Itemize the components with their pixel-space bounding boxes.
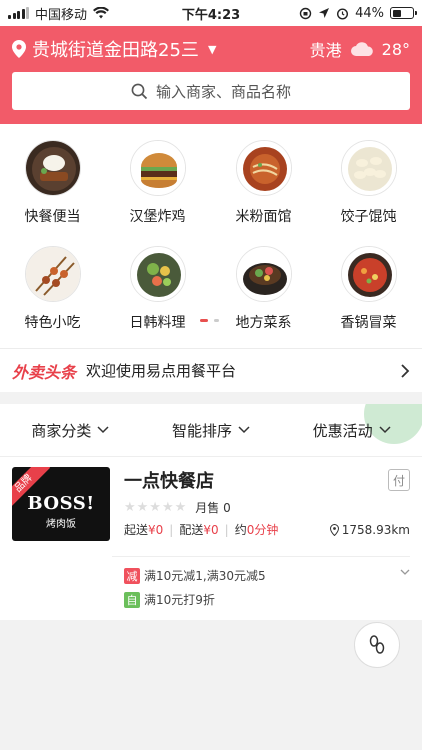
monthly-sales: 月售 0 xyxy=(195,501,231,515)
category-regional[interactable]: 地方菜系 xyxy=(211,246,316,332)
category-fast-food[interactable]: 快餐便当 xyxy=(0,140,105,226)
hotpot-icon xyxy=(235,246,292,302)
pay-badge: 付 xyxy=(388,469,410,491)
distance-value: 1758.93km xyxy=(341,522,410,537)
headline-text: 欢迎使用易点用餐平台 xyxy=(86,362,237,380)
search-input[interactable]: 输入商家、商品名称 xyxy=(12,72,410,110)
self-tag-icon: 自 xyxy=(124,591,140,608)
page-dot-active xyxy=(200,319,208,322)
location-pin-icon xyxy=(329,523,339,536)
promo-discount: 减 满10元减1,满30元减5 xyxy=(124,567,266,584)
category-label: 地方菜系 xyxy=(235,315,292,331)
search-placeholder: 输入商家、商品名称 xyxy=(155,82,291,101)
rice-plate-icon xyxy=(24,140,81,196)
discount-tag-icon: 减 xyxy=(124,567,140,584)
logo-subtitle: 烤肉饭 xyxy=(46,519,76,530)
category-label: 日韩料理 xyxy=(129,315,186,331)
wifi-icon xyxy=(93,7,110,19)
promo-text: 满10元打9折 xyxy=(144,593,215,607)
restaurant-logo: 品牌 BOSS! 烤肉饭 xyxy=(12,467,110,541)
category-label: 香锅冒菜 xyxy=(340,315,397,331)
chevron-down-icon xyxy=(238,426,250,434)
filter-category-label: 商家分类 xyxy=(31,421,92,440)
category-dumplings[interactable]: 饺子馄饨 xyxy=(316,140,421,226)
promo-percent-off: 自 满10元打9折 xyxy=(124,591,215,608)
temperature: 28° xyxy=(381,39,410,59)
city-name: 贵港 xyxy=(309,41,342,60)
noodle-icon xyxy=(235,140,292,196)
time-value: 0分钟 xyxy=(246,523,279,537)
delivery-label: 配送 xyxy=(179,523,204,537)
clock: 下午4:23 xyxy=(181,7,241,23)
burger-icon xyxy=(129,140,186,196)
spicy-pot-icon xyxy=(340,246,397,302)
weather: 贵港 28° xyxy=(310,37,410,61)
filter-promo-label: 优惠活动 xyxy=(312,421,373,440)
filter-sort-label: 智能排序 xyxy=(171,421,232,440)
caret-down-icon: ▼ xyxy=(208,42,217,56)
filter-sort[interactable]: 智能排序 xyxy=(172,420,250,441)
footprint-icon xyxy=(369,635,385,654)
chevron-right-icon xyxy=(401,363,410,378)
restaurant-name: 一点快餐店 xyxy=(124,471,214,492)
restaurant-card[interactable]: 品牌 BOSS! 烤肉饭 一点快餐店 付 ★★★★★ 月售 0 起送 ¥0 | … xyxy=(0,456,422,620)
expand-promos-icon[interactable] xyxy=(400,569,410,576)
category-japanese-korean[interactable]: 日韩料理 xyxy=(105,246,210,332)
category-snacks[interactable]: 特色小吃 xyxy=(0,246,105,332)
logo-title: BOSS! xyxy=(27,493,95,514)
search-icon xyxy=(131,83,148,99)
location-arrow-icon xyxy=(319,8,330,18)
category-label: 汉堡炸鸡 xyxy=(129,209,186,225)
orientation-lock-icon xyxy=(299,7,312,19)
header: 贵城街道金田路25三 ▼ 贵港 28° 输入商家、商品名称 xyxy=(0,26,422,124)
location-selector[interactable]: 贵城街道金田路25三 ▼ xyxy=(12,36,310,62)
headline-logo: 外卖头条 xyxy=(12,362,77,382)
category-label: 快餐便当 xyxy=(24,209,81,225)
filter-promo[interactable]: 优惠活动 xyxy=(313,420,391,441)
chevron-down-icon xyxy=(379,426,391,434)
category-noodles[interactable]: 米粉面馆 xyxy=(211,140,316,226)
category-label: 米粉面馆 xyxy=(235,209,292,225)
skewer-icon xyxy=(24,246,81,302)
chevron-down-icon xyxy=(97,426,109,434)
category-label: 特色小吃 xyxy=(24,315,81,331)
footprint-button[interactable] xyxy=(354,622,400,668)
status-bar: 中国移动 下午4:23 44% xyxy=(0,0,422,26)
dumpling-icon xyxy=(340,140,397,196)
promo-text: 满10元减1,满30元减5 xyxy=(144,569,266,583)
category-burger[interactable]: 汉堡炸鸡 xyxy=(105,140,210,226)
category-label: 饺子馄饨 xyxy=(340,209,397,225)
rating-stars: ★★★★★ xyxy=(124,500,188,515)
location-text: 贵城街道金田路25三 xyxy=(32,40,199,61)
category-spicy-pot[interactable]: 香锅冒菜 xyxy=(316,246,421,332)
carrier-label: 中国移动 xyxy=(35,7,88,23)
salad-icon xyxy=(129,246,186,302)
alarm-icon xyxy=(337,7,349,20)
delivery-value: ¥0 xyxy=(203,522,219,537)
filter-category[interactable]: 商家分类 xyxy=(31,420,109,441)
min-order-label: 起送 xyxy=(124,523,149,537)
battery-percent: 44% xyxy=(355,5,384,21)
category-grid: 快餐便当 汉堡炸鸡 米粉面馆 饺子馄饨 特色小吃 日韩料理 地方菜系 香锅冒菜 xyxy=(0,124,422,348)
divider xyxy=(112,556,410,557)
page-dot xyxy=(214,319,219,322)
min-order-value: ¥0 xyxy=(148,522,164,537)
filter-bar: 商家分类 智能排序 优惠活动 xyxy=(0,404,422,456)
location-pin-icon xyxy=(12,40,26,58)
signal-icon xyxy=(8,7,29,19)
page-indicator xyxy=(200,319,219,322)
cloud-icon xyxy=(350,42,373,56)
news-headline[interactable]: 外卖头条 欢迎使用易点用餐平台 xyxy=(0,348,422,392)
battery-icon xyxy=(390,7,417,19)
time-label: 约 xyxy=(234,523,247,537)
